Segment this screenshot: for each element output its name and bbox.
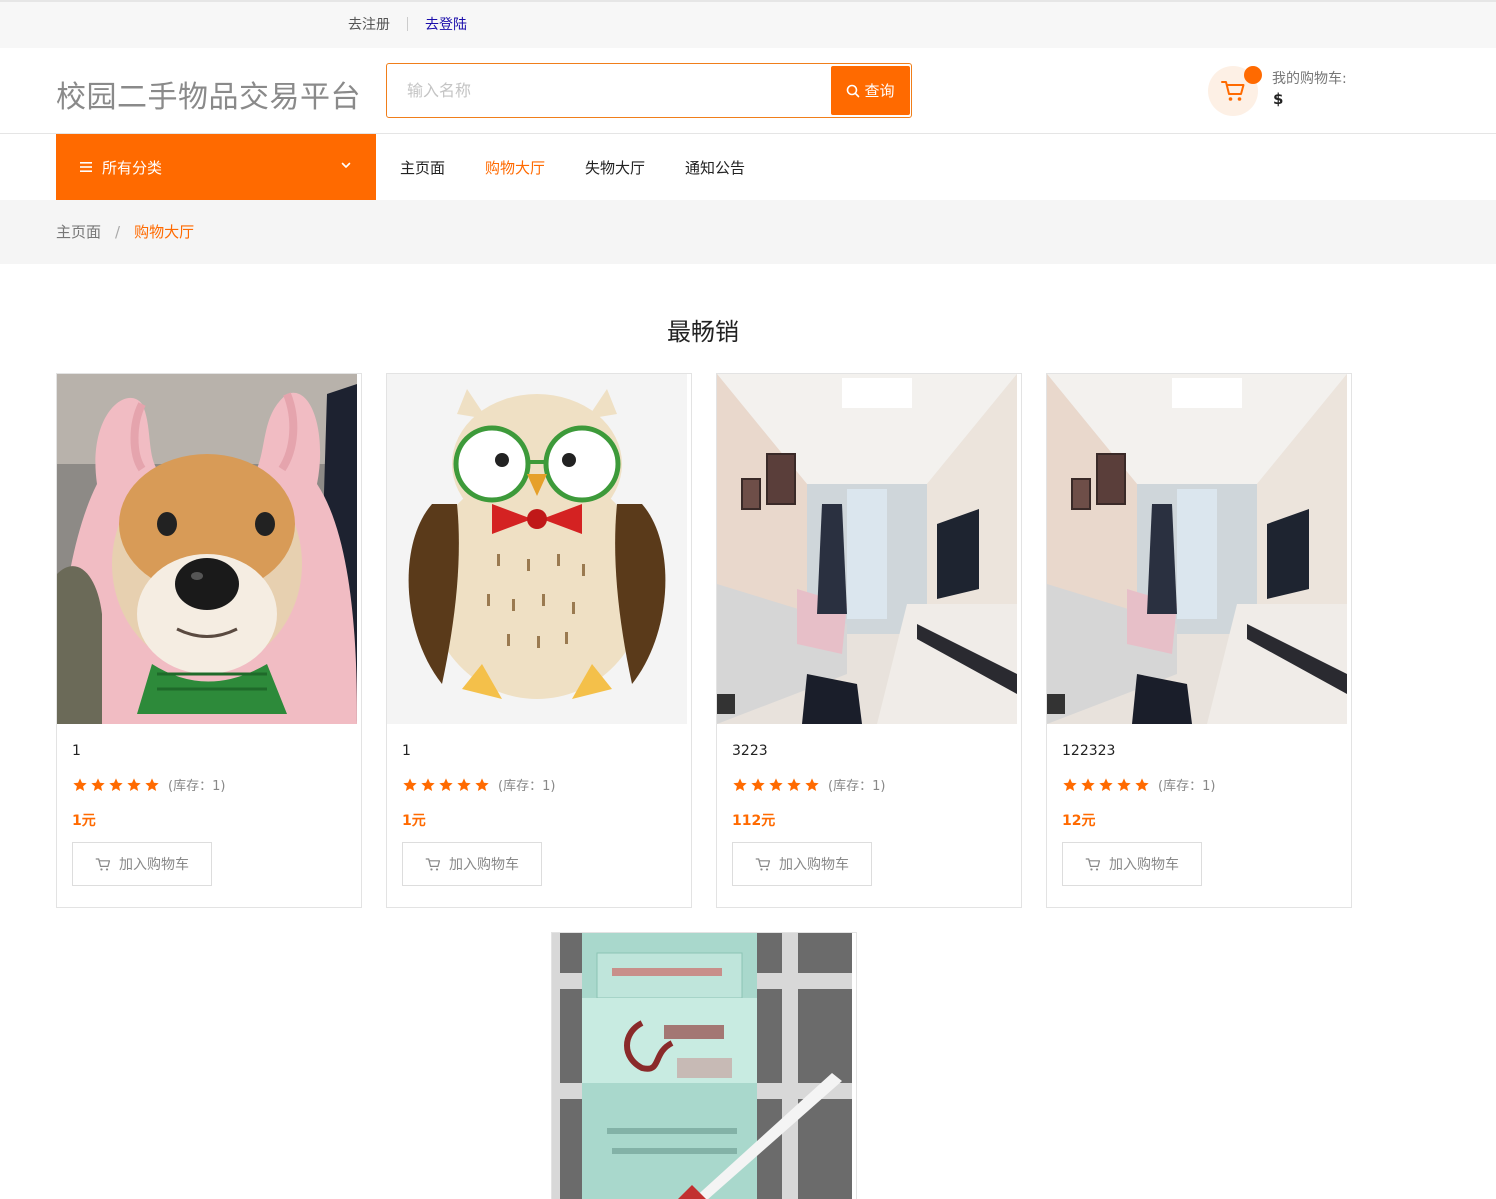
star-icon xyxy=(805,777,819,791)
product-card: 3223 (库存：1) 112元 加入购物车 xyxy=(716,373,1022,908)
chevron-down-icon xyxy=(341,162,351,168)
divider xyxy=(407,17,408,31)
product-card: 1 (库存：1) 1元 加入购物车 xyxy=(56,373,362,908)
search-button[interactable]: 查询 xyxy=(831,66,910,115)
section-title: 最畅销 xyxy=(667,318,739,346)
add-to-cart-button[interactable]: 加入购物车 xyxy=(402,842,542,886)
login-link[interactable]: 去登陆 xyxy=(425,14,467,34)
product-rating: (库存：1) xyxy=(72,775,225,794)
product-name[interactable]: 3223 xyxy=(732,743,768,759)
star-icon xyxy=(457,777,471,791)
product-price: 112元 xyxy=(732,813,776,829)
star-icon xyxy=(769,777,783,791)
star-icon xyxy=(403,777,417,791)
product-image[interactable] xyxy=(1047,374,1347,724)
main-nav: 所有分类 主页面 购物大厅 失物大厅 通知公告 xyxy=(0,134,1496,200)
product-stock: (库存：1) xyxy=(168,779,226,794)
header: 校园二手物品交易平台 查询 我的购物车: $ xyxy=(0,48,1496,134)
star-icon xyxy=(421,777,435,791)
star-icon xyxy=(73,777,87,791)
cart-icon xyxy=(755,857,771,871)
search-box: 查询 xyxy=(386,63,912,118)
breadcrumb: 主页面 / 购物大厅 xyxy=(56,221,194,242)
breadcrumb-current: 购物大厅 xyxy=(134,223,195,241)
cart-badge xyxy=(1244,66,1262,84)
product-name[interactable]: 1 xyxy=(72,743,81,759)
star-rating xyxy=(732,777,820,793)
product-image[interactable] xyxy=(717,374,1017,724)
star-icon xyxy=(1081,777,1095,791)
star-icon xyxy=(787,777,801,791)
star-icon xyxy=(127,777,141,791)
add-to-cart-label: 加入购物车 xyxy=(1109,857,1179,873)
star-icon xyxy=(751,777,765,791)
cart-icon xyxy=(1085,857,1101,871)
add-to-cart-label: 加入购物车 xyxy=(119,857,189,873)
star-rating xyxy=(1062,777,1150,793)
star-icon xyxy=(91,777,105,791)
product-name[interactable]: 122323 xyxy=(1062,743,1115,759)
star-icon xyxy=(475,777,489,791)
add-to-cart-button[interactable]: 加入购物车 xyxy=(72,842,212,886)
product-price: 1元 xyxy=(72,813,96,829)
product-rating: (库存：1) xyxy=(732,775,885,794)
add-to-cart-button[interactable]: 加入购物车 xyxy=(732,842,872,886)
product-image[interactable] xyxy=(387,374,687,724)
breadcrumb-home[interactable]: 主页面 xyxy=(56,221,101,242)
cart-total: $ xyxy=(1273,90,1284,108)
search-input[interactable] xyxy=(387,64,827,117)
all-categories-button[interactable]: 所有分类 xyxy=(56,134,376,200)
star-icon xyxy=(109,777,123,791)
star-rating xyxy=(72,777,160,793)
star-icon xyxy=(439,777,453,791)
product-card: 1 (库存：1) 1元 加入购物车 xyxy=(386,373,692,908)
product-name[interactable]: 1 xyxy=(402,743,411,759)
cart-label: 我的购物车: xyxy=(1272,71,1347,87)
nav-item-home[interactable]: 主页面 xyxy=(400,157,445,178)
breadcrumb-separator: / xyxy=(115,222,121,241)
nav-item-shopping-hall[interactable]: 购物大厅 xyxy=(485,157,545,178)
product-price: 12元 xyxy=(1062,813,1096,829)
nav-items: 主页面 购物大厅 失物大厅 通知公告 xyxy=(400,134,745,200)
product-card: 122323 (库存：1) 12元 加入购物车 xyxy=(1046,373,1352,908)
menu-icon xyxy=(80,162,92,172)
star-icon xyxy=(145,777,159,791)
product-card xyxy=(551,932,857,1199)
product-stock: (库存：1) xyxy=(828,779,886,794)
product-rating: (库存：1) xyxy=(402,775,555,794)
product-stock: (库存：1) xyxy=(1158,779,1216,794)
search-icon xyxy=(847,84,860,97)
add-to-cart-label: 加入购物车 xyxy=(449,857,519,873)
star-rating xyxy=(402,777,490,793)
star-icon xyxy=(1117,777,1131,791)
star-icon xyxy=(1135,777,1149,791)
nav-item-lost-and-found[interactable]: 失物大厅 xyxy=(585,157,645,178)
cart-icon xyxy=(425,857,441,871)
add-to-cart-button[interactable]: 加入购物车 xyxy=(1062,842,1202,886)
star-icon xyxy=(733,777,747,791)
site-logo[interactable]: 校园二手物品交易平台 xyxy=(56,72,361,116)
product-stock: (库存：1) xyxy=(498,779,556,794)
search-button-label: 查询 xyxy=(864,82,895,100)
nav-item-notices[interactable]: 通知公告 xyxy=(685,157,745,178)
product-rating: (库存：1) xyxy=(1062,775,1215,794)
register-link[interactable]: 去注册 xyxy=(348,14,390,34)
cart-icon xyxy=(95,857,111,871)
star-icon xyxy=(1099,777,1113,791)
product-price: 1元 xyxy=(402,813,426,829)
cart-icon xyxy=(1221,81,1245,101)
add-to-cart-label: 加入购物车 xyxy=(779,857,849,873)
product-image[interactable] xyxy=(57,374,357,724)
top-bar: 去注册 去登陆 xyxy=(0,0,1496,48)
breadcrumb-bar: 主页面 / 购物大厅 xyxy=(0,200,1496,264)
all-categories-label: 所有分类 xyxy=(102,158,163,177)
star-icon xyxy=(1063,777,1077,791)
top-links: 去注册 去登陆 xyxy=(348,14,467,34)
product-image[interactable] xyxy=(552,933,852,1199)
